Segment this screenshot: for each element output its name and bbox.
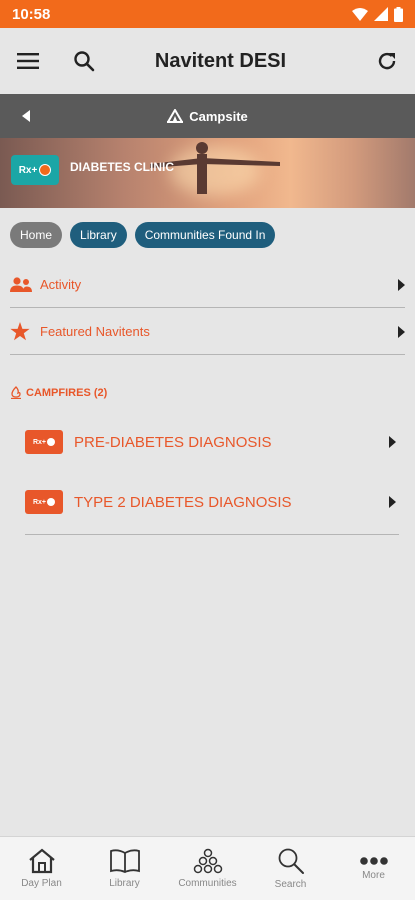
campsite-title-text: Campsite <box>189 108 248 124</box>
nav-search[interactable]: Search <box>249 837 332 900</box>
campfire-logo: Rx+ <box>25 490 63 514</box>
search-button[interactable] <box>56 28 112 94</box>
nav-more-label: More <box>362 870 385 881</box>
campsite-title: Campsite <box>52 109 415 124</box>
clinic-name: DIABETES CLINIC <box>70 160 175 174</box>
activity-label: Activity <box>40 277 82 292</box>
campfire-logo: Rx+ <box>25 430 63 454</box>
refresh-icon <box>378 52 396 70</box>
battery-icon <box>394 6 403 22</box>
star-icon <box>10 322 30 341</box>
campfire-logo-text: Rx+ <box>32 498 47 506</box>
clinic-banner: Rx+ DIABETES CLINIC <box>0 138 415 208</box>
home-chip[interactable]: Home <box>10 222 63 248</box>
campfire-icon <box>11 386 21 399</box>
campfire-label: TYPE 2 DIABETES DIAGNOSIS <box>74 493 292 511</box>
home-icon <box>28 848 55 874</box>
menu-button[interactable] <box>0 28 56 94</box>
clinic-logo: Rx+ <box>11 155 59 185</box>
campfire-logo-text: Rx+ <box>32 438 47 446</box>
chevron-right-icon <box>388 496 396 508</box>
wifi-icon <box>352 7 368 21</box>
campfire-logo-mark <box>47 498 56 506</box>
nav-day-plan-label: Day Plan <box>21 878 62 889</box>
chevron-right-icon <box>398 325 405 338</box>
navigation-chips: Home Library Communities Found In <box>10 222 276 248</box>
search-icon <box>278 848 304 874</box>
people-icon <box>10 276 32 292</box>
nav-search-label: Search <box>274 879 307 890</box>
status-bar: 10:58 <box>0 0 415 28</box>
bottom-navigation: Day Plan Library Communities Search More <box>0 836 415 900</box>
refresh-button[interactable] <box>359 28 415 94</box>
status-time: 10:58 <box>12 5 51 23</box>
campsite-header: Campsite <box>0 94 415 138</box>
chevron-right-icon <box>388 436 396 448</box>
chevron-right-icon <box>398 278 405 291</box>
campfires-divider <box>25 534 399 535</box>
book-icon <box>109 849 140 873</box>
nav-communities[interactable]: Communities <box>166 837 249 900</box>
app-bar: Navitent DESI <box>0 28 415 94</box>
status-icons <box>352 6 403 22</box>
communities-found-in-chip[interactable]: Communities Found In <box>134 222 276 248</box>
clinic-logo-mark <box>39 164 52 176</box>
campfire-row-pre-diabetes[interactable]: Rx+ PRE-DIABETES DIAGNOSIS <box>25 412 399 472</box>
campfires-heading: CAMPFIRES (2) <box>10 386 107 399</box>
back-arrow-icon <box>22 110 30 122</box>
more-icon <box>359 857 388 865</box>
signal-icon <box>374 7 388 21</box>
nav-day-plan[interactable]: Day Plan <box>0 837 83 900</box>
activity-row[interactable]: Activity <box>10 262 405 308</box>
search-icon <box>74 51 95 72</box>
clinic-logo-text: Rx+ <box>18 164 38 176</box>
communities-icon <box>193 848 222 874</box>
hamburger-icon <box>17 53 39 69</box>
campfires-heading-text: CAMPFIRES (2) <box>26 386 108 399</box>
nav-library[interactable]: Library <box>83 837 166 900</box>
nav-library-label: Library <box>109 878 140 889</box>
app-title: Navitent DESI <box>154 49 287 72</box>
campfire-row-type-2[interactable]: Rx+ TYPE 2 DIABETES DIAGNOSIS <box>25 472 399 532</box>
featured-navitents-label: Featured Navitents <box>40 324 150 339</box>
nav-communities-label: Communities <box>178 878 237 889</box>
featured-navitents-row[interactable]: Featured Navitents <box>10 309 405 355</box>
campfire-label: PRE-DIABETES DIAGNOSIS <box>74 433 272 451</box>
library-chip[interactable]: Library <box>70 222 127 248</box>
campfire-logo-mark <box>47 438 56 446</box>
tent-icon <box>167 109 184 123</box>
nav-more[interactable]: More <box>332 837 415 900</box>
back-button[interactable] <box>0 110 52 122</box>
